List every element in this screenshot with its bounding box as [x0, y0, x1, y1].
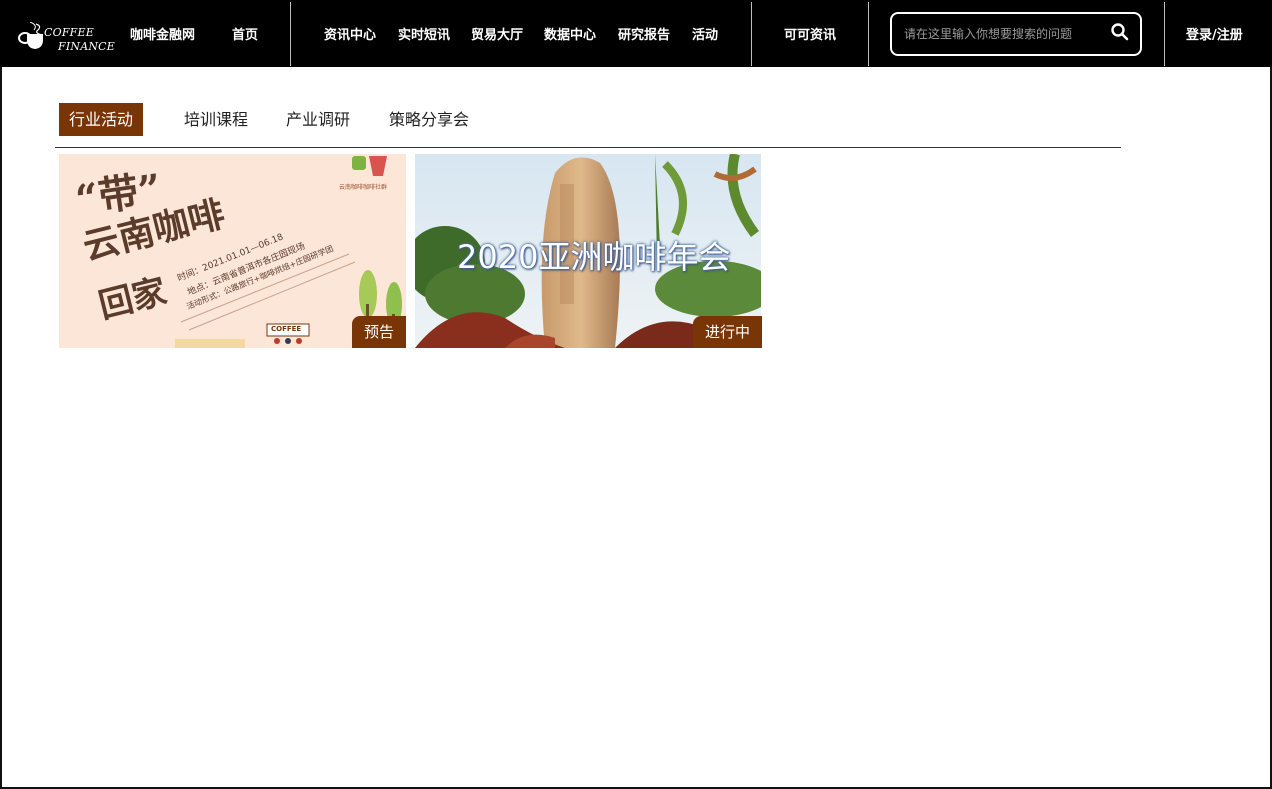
status-badge: 预告 [351, 316, 406, 348]
nav-divider [751, 2, 752, 66]
poster-logo-text: 云南咖啡咖啡社群 [339, 184, 388, 191]
event-card[interactable]: “带” 云南咖啡 回家 时间：2021.01.01—06.18 地点：云南省普洱… [59, 154, 406, 348]
site-logo[interactable]: COFFEE FINANCE [16, 8, 120, 58]
nav-divider [290, 2, 291, 66]
top-navbar: COFFEE FINANCE 咖啡金融网 首页 资讯中心 实时短讯 贸易大厅 数… [0, 0, 1272, 67]
poster-cup-text: COFFEE [271, 325, 302, 333]
tabs-underline [55, 147, 1121, 148]
nav-data-center[interactable]: 数据中心 [544, 24, 596, 43]
site-name[interactable]: 咖啡金融网 [130, 24, 195, 43]
tab-strategy-sharing[interactable]: 策略分享会 [389, 103, 469, 136]
tab-industry-research[interactable]: 产业调研 [286, 103, 350, 136]
nav-cocoa-news[interactable]: 可可资讯 [784, 24, 836, 43]
nav-divider [868, 2, 869, 66]
search-icon[interactable] [1110, 22, 1130, 42]
event-card[interactable]: 2020亚洲咖啡年会 进行中 [415, 154, 762, 348]
logo-text-coffee: COFFEE [44, 26, 94, 39]
nav-home[interactable]: 首页 [232, 24, 258, 43]
logo-text-finance: FINANCE [58, 40, 116, 53]
nav-trade-hall[interactable]: 贸易大厅 [471, 24, 523, 43]
tab-industry-events[interactable]: 行业活动 [59, 103, 144, 136]
search-input[interactable] [904, 24, 1104, 44]
login-register-link[interactable]: 登录/注册 [1186, 24, 1243, 43]
event-overlay-title: 2020亚洲咖啡年会 [457, 238, 731, 276]
search-box [890, 12, 1142, 56]
status-badge: 进行中 [692, 316, 762, 348]
nav-research-reports[interactable]: 研究报告 [618, 24, 670, 43]
tab-training-courses[interactable]: 培训课程 [184, 103, 248, 136]
nav-flash-news[interactable]: 实时短讯 [398, 24, 450, 43]
nav-news-center[interactable]: 资讯中心 [324, 24, 376, 43]
nav-divider [1164, 2, 1165, 66]
nav-events[interactable]: 活动 [692, 24, 718, 43]
